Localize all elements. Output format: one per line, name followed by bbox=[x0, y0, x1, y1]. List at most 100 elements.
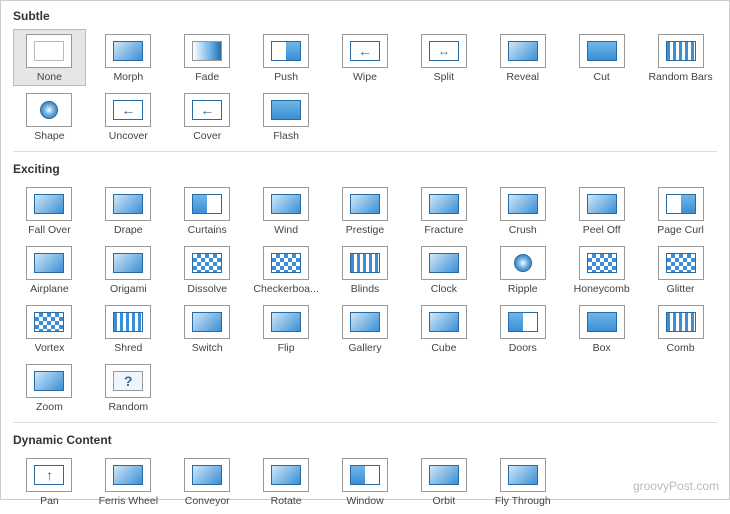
transition-item[interactable]: Prestige bbox=[329, 182, 402, 239]
transition-item[interactable]: ↑Pan bbox=[13, 453, 86, 510]
transition-item[interactable]: Fly Through bbox=[486, 453, 559, 510]
transition-item[interactable]: Clock bbox=[407, 241, 480, 298]
transition-label: Conveyor bbox=[185, 495, 230, 507]
circle-icon bbox=[500, 246, 546, 280]
transition-item[interactable]: Vortex bbox=[13, 300, 86, 357]
transition-item[interactable]: Page Curl bbox=[644, 182, 717, 239]
transition-item[interactable]: Fall Over bbox=[13, 182, 86, 239]
pattern-icon bbox=[579, 246, 625, 280]
transition-item[interactable]: Reveal bbox=[486, 29, 559, 86]
transition-label: Wipe bbox=[353, 71, 377, 83]
pattern-icon bbox=[26, 305, 72, 339]
generic-icon bbox=[105, 34, 151, 68]
transition-label: Switch bbox=[192, 342, 223, 354]
transition-item[interactable]: Checkerboa... bbox=[250, 241, 323, 298]
transition-item[interactable]: Doors bbox=[486, 300, 559, 357]
transition-label: Doors bbox=[509, 342, 537, 354]
transition-label: Fall Over bbox=[28, 224, 71, 236]
transition-item[interactable]: Curtains bbox=[171, 182, 244, 239]
transition-item[interactable]: Comb bbox=[644, 300, 717, 357]
transition-item[interactable]: Blinds bbox=[329, 241, 402, 298]
generic-icon bbox=[263, 187, 309, 221]
transition-item[interactable]: Airplane bbox=[13, 241, 86, 298]
transition-item[interactable]: ←Cover bbox=[171, 88, 244, 145]
transition-item[interactable]: Shred bbox=[92, 300, 165, 357]
bars-icon bbox=[658, 305, 704, 339]
transition-item[interactable]: Ripple bbox=[486, 241, 559, 298]
transition-item[interactable]: Dissolve bbox=[171, 241, 244, 298]
transition-item[interactable]: Shape bbox=[13, 88, 86, 145]
generic-icon bbox=[26, 246, 72, 280]
arrow-l-icon: ← bbox=[184, 93, 230, 127]
transition-label: Crush bbox=[509, 224, 537, 236]
transition-item[interactable]: Rotate bbox=[250, 453, 323, 510]
transition-item[interactable]: ←Uncover bbox=[92, 88, 165, 145]
transition-grid: NoneMorphFadePush←Wipe↔SplitRevealCutRan… bbox=[13, 29, 717, 145]
transition-item[interactable]: Fracture bbox=[407, 182, 480, 239]
generic-icon bbox=[26, 364, 72, 398]
transition-label: Drape bbox=[114, 224, 143, 236]
section-divider bbox=[13, 151, 717, 152]
section-exciting: ExcitingFall OverDrapeCurtainsWindPresti… bbox=[1, 154, 729, 420]
generic-icon bbox=[26, 187, 72, 221]
transition-item[interactable]: Switch bbox=[171, 300, 244, 357]
question-icon: ? bbox=[105, 364, 151, 398]
transition-item[interactable]: Peel Off bbox=[565, 182, 638, 239]
transition-label: Comb bbox=[667, 342, 695, 354]
generic-icon bbox=[263, 458, 309, 492]
transition-item[interactable]: Honeycomb bbox=[565, 241, 638, 298]
transition-item[interactable]: Zoom bbox=[13, 359, 86, 416]
section-subtle: SubtleNoneMorphFadePush←Wipe↔SplitReveal… bbox=[1, 1, 729, 149]
generic-icon bbox=[421, 187, 467, 221]
generic-icon bbox=[500, 34, 546, 68]
half-right-icon bbox=[263, 34, 309, 68]
section-title: Subtle bbox=[13, 9, 717, 23]
pattern-icon bbox=[658, 246, 704, 280]
transition-item[interactable]: Glitter bbox=[644, 241, 717, 298]
transition-item[interactable]: Crush bbox=[486, 182, 559, 239]
bars-icon bbox=[342, 246, 388, 280]
transition-item[interactable]: Drape bbox=[92, 182, 165, 239]
transition-item[interactable]: Ferris Wheel bbox=[92, 453, 165, 510]
transition-label: Airplane bbox=[30, 283, 69, 295]
transition-item[interactable]: Origami bbox=[92, 241, 165, 298]
bars-icon bbox=[105, 305, 151, 339]
transition-item[interactable]: Box bbox=[565, 300, 638, 357]
transition-item[interactable]: Gallery bbox=[329, 300, 402, 357]
transition-item[interactable]: Conveyor bbox=[171, 453, 244, 510]
generic-icon bbox=[263, 305, 309, 339]
transition-label: None bbox=[37, 71, 62, 83]
generic-icon bbox=[105, 246, 151, 280]
transition-label: Curtains bbox=[188, 224, 227, 236]
transition-item[interactable]: Orbit bbox=[407, 453, 480, 510]
bars-icon bbox=[658, 34, 704, 68]
blank-icon bbox=[26, 34, 72, 68]
transition-item[interactable]: ?Random bbox=[92, 359, 165, 416]
transition-item[interactable]: Cube bbox=[407, 300, 480, 357]
transition-label: Prestige bbox=[346, 224, 385, 236]
watermark-text: groovyPost.com bbox=[633, 479, 719, 493]
transition-label: Rotate bbox=[271, 495, 302, 507]
transition-label: Dissolve bbox=[187, 283, 227, 295]
transition-label: Peel Off bbox=[583, 224, 621, 236]
generic-icon bbox=[342, 305, 388, 339]
transition-item[interactable]: ↔Split bbox=[407, 29, 480, 86]
transition-label: Morph bbox=[113, 71, 143, 83]
transition-item[interactable]: Flash bbox=[250, 88, 323, 145]
transition-item[interactable]: ←Wipe bbox=[329, 29, 402, 86]
generic-icon bbox=[500, 187, 546, 221]
transition-item[interactable]: None bbox=[13, 29, 86, 86]
pattern-icon bbox=[184, 246, 230, 280]
transition-item[interactable]: Wind bbox=[250, 182, 323, 239]
transition-grid: ↑PanFerris Wheel Conveyor Rotate WindowOrbi… bbox=[13, 453, 717, 510]
transition-item[interactable]: Fade bbox=[171, 29, 244, 86]
transition-item[interactable]: Cut bbox=[565, 29, 638, 86]
arrow-l-icon: ← bbox=[105, 93, 151, 127]
transition-item[interactable]: Push bbox=[250, 29, 323, 86]
transition-item[interactable]: Random Bars bbox=[644, 29, 717, 86]
transition-label: Shred bbox=[114, 342, 142, 354]
transition-item[interactable]: Window bbox=[329, 453, 402, 510]
transition-label: Cut bbox=[593, 71, 609, 83]
transition-item[interactable]: Flip bbox=[250, 300, 323, 357]
transition-item[interactable]: Morph bbox=[92, 29, 165, 86]
